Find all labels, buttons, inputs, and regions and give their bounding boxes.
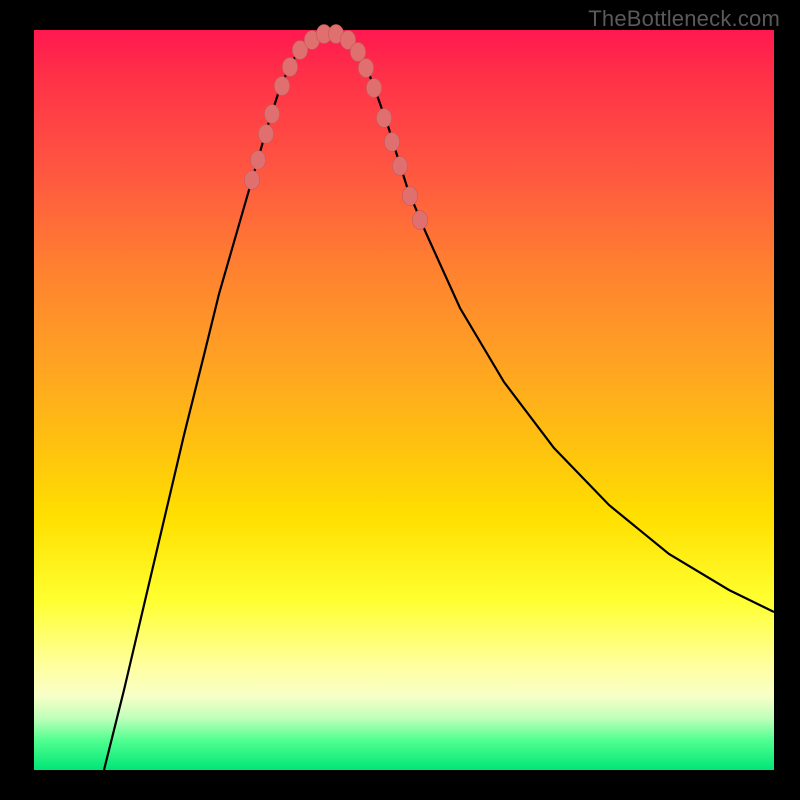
data-marker bbox=[250, 151, 265, 170]
data-marker bbox=[376, 109, 391, 128]
data-marker bbox=[358, 59, 373, 78]
data-marker bbox=[392, 157, 407, 176]
chart-svg bbox=[34, 30, 774, 770]
data-marker bbox=[350, 43, 365, 62]
data-marker bbox=[258, 125, 273, 144]
data-marker bbox=[366, 79, 381, 98]
bottleneck-curve bbox=[104, 32, 774, 770]
data-marker bbox=[274, 77, 289, 96]
watermark-text: TheBottleneck.com bbox=[588, 6, 780, 32]
data-marker bbox=[244, 171, 259, 190]
data-marker bbox=[402, 187, 417, 206]
markers-group bbox=[244, 25, 427, 230]
data-marker bbox=[264, 105, 279, 124]
data-marker bbox=[384, 133, 399, 152]
data-marker bbox=[282, 58, 297, 77]
data-marker bbox=[412, 211, 427, 230]
